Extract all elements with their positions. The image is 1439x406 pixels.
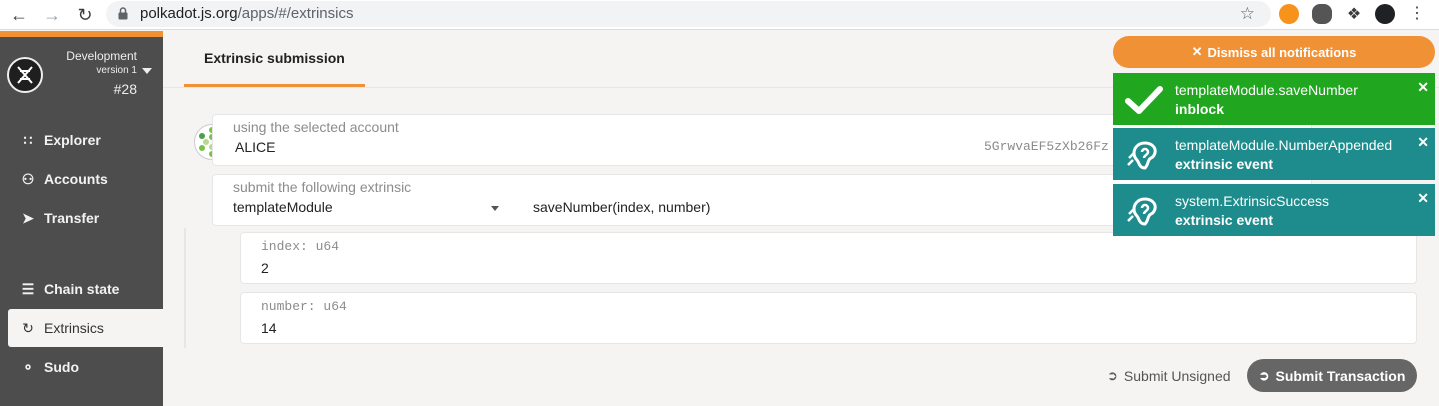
param-number-input[interactable]: number: u64 14: [240, 292, 1417, 344]
submit-transaction-label: Submit Transaction: [1275, 367, 1406, 384]
address-bar[interactable]: polkadot.js.org/apps/#/extrinsics ☆: [106, 1, 1271, 27]
ear-icon: [1127, 197, 1157, 226]
sidebar-item-label: Transfer: [44, 210, 100, 226]
url-text: polkadot.js.org/apps/#/extrinsics: [140, 5, 353, 22]
sidebar-item-accounts[interactable]: ⚇ Accounts: [8, 160, 163, 198]
profile-avatar-icon[interactable]: [1375, 4, 1395, 24]
submit-transaction-button[interactable]: ➲ Submit Transaction: [1247, 359, 1417, 392]
lock-icon: [118, 7, 128, 20]
sign-in-icon: ➲: [1107, 368, 1118, 383]
submit-unsigned-label: Submit Unsigned: [1123, 368, 1231, 384]
puzzle-icon[interactable]: ❖: [1344, 4, 1364, 24]
notification-ExtrinsicSuccess: system.ExtrinsicSuccess extrinsic event …: [1113, 184, 1435, 236]
url-path: /apps/#/extrinsics: [237, 5, 354, 22]
param-label: number: u64: [261, 299, 347, 314]
sidebar-item-label: Sudo: [44, 359, 79, 375]
dismiss-all-button[interactable]: ✕ Dismiss all notifications: [1113, 36, 1435, 68]
sidebar-item-extrinsics[interactable]: ↻ Extrinsics: [8, 309, 163, 347]
dismiss-all-label: Dismiss all notifications: [1207, 44, 1357, 60]
back-arrow-icon[interactable]: ←: [8, 4, 30, 26]
unlock-icon: ⚬: [22, 358, 34, 375]
close-icon: ✕: [1191, 44, 1203, 59]
notification-title: templateModule.saveNumber: [1175, 82, 1358, 98]
param-value: 14: [261, 320, 277, 336]
sidebar-item-label: Extrinsics: [44, 320, 104, 336]
account-address: 5GrwvaEF5zXb26Fz: [984, 139, 1109, 154]
sidebar: Development version 1 #28 ∷ Explorer ⚇ A…: [0, 31, 163, 406]
extension-icon[interactable]: [1312, 4, 1332, 24]
method-value: saveNumber(index, number): [533, 199, 711, 215]
ear-icon: [1127, 141, 1157, 170]
chain-version: version 1: [96, 65, 137, 76]
block-number: #28: [113, 81, 137, 97]
tab-extrinsic-submission[interactable]: Extrinsic submission: [184, 31, 365, 87]
grid-icon: ∷: [23, 131, 33, 148]
notification-status: inblock: [1175, 101, 1225, 117]
url-host: polkadot.js.org: [140, 5, 238, 22]
account-name: ALICE: [235, 139, 276, 155]
sidebar-item-label: Accounts: [44, 171, 108, 187]
sign-in-icon: ➲: [1258, 367, 1270, 383]
param-value: 2: [261, 260, 269, 276]
more-menu-icon[interactable]: ⋮: [1407, 4, 1427, 24]
submit-unsigned-button[interactable]: ➲ Submit Unsigned: [1107, 361, 1231, 391]
params-divider: [184, 228, 186, 348]
sync-icon: ↻: [22, 319, 34, 336]
sidebar-item-chain-state[interactable]: ☰ Chain state: [8, 270, 163, 308]
notification-title: system.ExtrinsicSuccess: [1175, 193, 1330, 209]
module-value: templateModule: [233, 199, 333, 215]
param-label: index: u64: [261, 239, 340, 254]
browser-chrome: ← → ↻ polkadot.js.org/apps/#/extrinsics …: [0, 0, 1439, 30]
notification-NumberAppended: templateModule.NumberAppended extrinsic …: [1113, 128, 1435, 180]
module-dropdown[interactable]: templateModule: [233, 199, 503, 219]
close-icon[interactable]: ✕: [1417, 79, 1429, 96]
notification-status: extrinsic event: [1175, 212, 1274, 228]
sidebar-item-sudo[interactable]: ⚬ Sudo: [8, 348, 163, 386]
bookmark-star-icon[interactable]: ☆: [1240, 4, 1255, 24]
extrinsic-label: submit the following extrinsic: [233, 179, 412, 195]
chevron-down-icon[interactable]: [142, 68, 152, 74]
notification-title: templateModule.NumberAppended: [1175, 137, 1393, 153]
extension-bitcoin-icon[interactable]: [1279, 4, 1299, 24]
sidebar-item-label: Explorer: [44, 132, 101, 148]
check-icon: [1125, 86, 1163, 114]
sidebar-item-explorer[interactable]: ∷ Explorer: [8, 121, 163, 159]
chain-logo-icon[interactable]: [7, 57, 43, 93]
sidebar-item-label: Chain state: [44, 281, 120, 297]
notification-saveNumber: templateModule.saveNumber inblock ✕: [1113, 73, 1435, 125]
notification-status: extrinsic event: [1175, 156, 1274, 172]
send-icon: ➤: [22, 209, 34, 226]
users-icon: ⚇: [21, 170, 35, 187]
reload-icon[interactable]: ↻: [74, 4, 96, 26]
close-icon[interactable]: ✕: [1417, 190, 1429, 207]
method-dropdown[interactable]: saveNumber(index, number): [533, 199, 1093, 219]
close-icon[interactable]: ✕: [1417, 134, 1429, 151]
account-label: using the selected account: [233, 119, 399, 135]
param-index-input[interactable]: index: u64 2: [240, 232, 1417, 284]
sidebar-item-transfer[interactable]: ➤ Transfer: [8, 199, 163, 237]
chain-name: Development: [66, 49, 137, 63]
forward-arrow-icon[interactable]: →: [41, 4, 63, 26]
database-icon: ☰: [21, 280, 35, 297]
caret-down-icon: [491, 206, 499, 211]
